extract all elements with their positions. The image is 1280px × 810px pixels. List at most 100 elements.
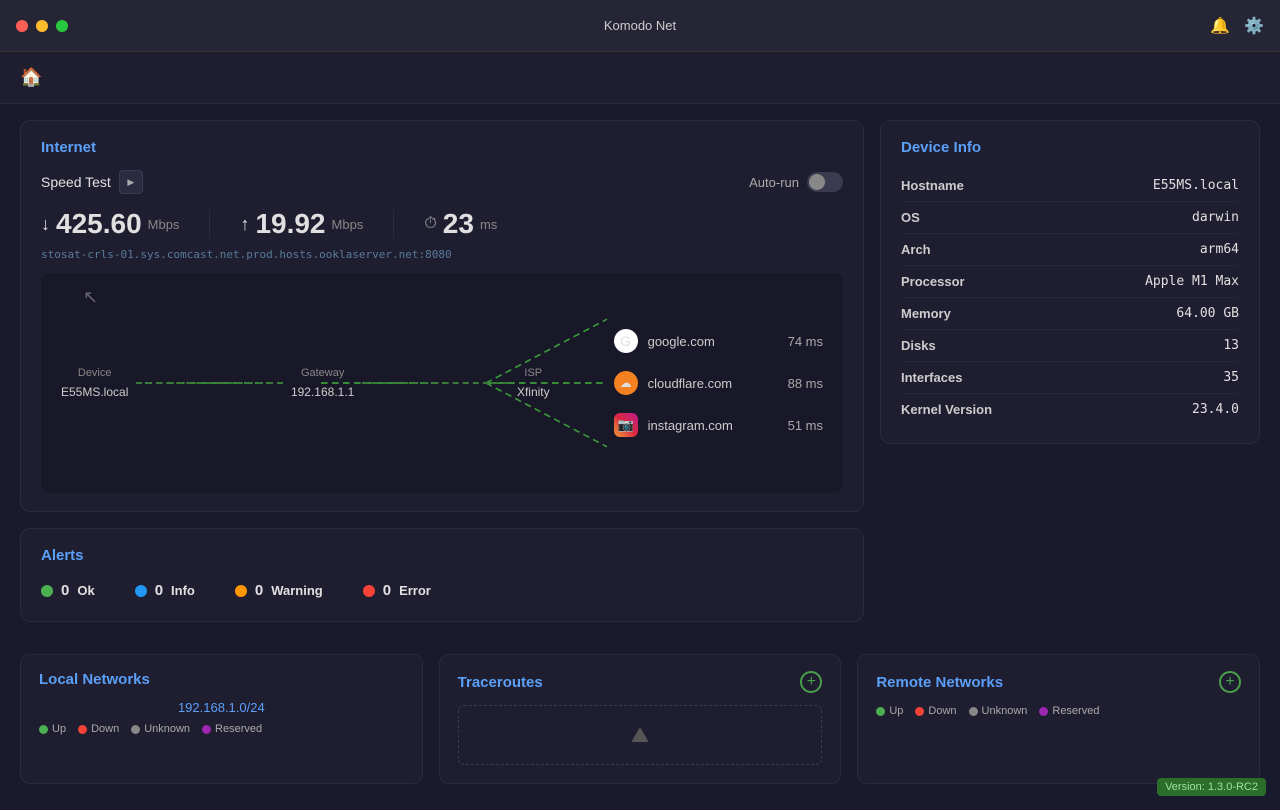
traceroutes-add-button[interactable]: +: [800, 671, 822, 693]
remote-networks-header: Remote Networks +: [876, 671, 1241, 693]
alerts-card: Alerts 0 Ok 0 Info 0 Warning: [20, 528, 864, 622]
device-label: Device: [78, 367, 112, 379]
traceroutes-card: Traceroutes + ⛰: [439, 654, 842, 784]
alert-warning: 0 Warning: [235, 582, 323, 599]
maximize-button[interactable]: [56, 20, 68, 32]
reserved-dot: [202, 725, 211, 734]
traffic-lights: [16, 20, 68, 32]
alert-error: 0 Error: [363, 582, 431, 599]
gear-icon[interactable]: ⚙️: [1244, 16, 1264, 36]
arch-key: Arch: [901, 242, 931, 257]
dest-instagram-ms: 51 ms: [788, 418, 823, 433]
down-dot: [78, 725, 87, 734]
error-count: 0: [383, 582, 391, 599]
legend-reserved: Reserved: [202, 723, 262, 735]
processor-val: Apple M1 Max: [1145, 274, 1239, 289]
warning-label: Warning: [271, 583, 323, 598]
info-dot: [135, 585, 147, 597]
metric-separator-1: [209, 209, 210, 239]
legend-down: Down: [78, 723, 119, 735]
warning-dot: [235, 585, 247, 597]
dest-google-ms: 74 ms: [788, 334, 823, 349]
unknown-dot: [131, 725, 140, 734]
device-info-table: Hostname E55MS.local OS darwin Arch arm6…: [901, 170, 1239, 425]
hostname-val: E55MS.local: [1153, 178, 1239, 193]
remote-up-dot: [876, 707, 885, 716]
remote-legend-reserved: Reserved: [1039, 705, 1099, 717]
unknown-label: Unknown: [144, 723, 190, 735]
minimize-button[interactable]: [36, 20, 48, 32]
memory-key: Memory: [901, 306, 951, 321]
line-device-gateway: [136, 382, 283, 384]
info-row-disks: Disks 13: [901, 330, 1239, 362]
upload-metric: ↑ 19.92 Mbps: [240, 208, 363, 240]
kernel-key: Kernel Version: [901, 402, 992, 417]
speed-test-header: Speed Test Auto-run: [41, 170, 843, 194]
cloudflare-icon: ☁: [614, 371, 638, 395]
hostname-key: Hostname: [901, 178, 964, 193]
disks-val: 13: [1223, 338, 1239, 353]
dest-google: G google.com 74 ms: [614, 329, 823, 353]
auto-run-label: Auto-run: [749, 175, 799, 190]
speed-test-label: Speed Test: [41, 170, 143, 194]
error-label: Error: [399, 583, 431, 598]
remote-legend-down: Down: [915, 705, 956, 717]
remote-networks-legend: Up Down Unknown Reserved: [876, 705, 1241, 717]
interfaces-key: Interfaces: [901, 370, 962, 385]
reserved-label: Reserved: [215, 723, 262, 735]
info-row-interfaces: Interfaces 35: [901, 362, 1239, 394]
ok-dot: [41, 585, 53, 597]
up-label: Up: [52, 723, 66, 735]
arch-val: arm64: [1200, 242, 1239, 257]
upload-value: 19.92: [255, 208, 325, 240]
alerts-items: 0 Ok 0 Info 0 Warning 0 Error: [41, 578, 843, 603]
home-icon[interactable]: 🏠: [20, 67, 42, 88]
ok-count: 0: [61, 582, 69, 599]
network-map: ↖ Device E55MS.local Gateway 192.168.1.1: [41, 273, 843, 493]
ping-unit: ms: [480, 217, 497, 232]
remote-networks-card: Remote Networks + Up Down Unknown Reserv…: [857, 654, 1260, 784]
version-badge: Version: 1.3.0-RC2: [1157, 778, 1266, 796]
download-unit: Mbps: [148, 217, 180, 232]
close-button[interactable]: [16, 20, 28, 32]
remote-networks-add-button[interactable]: +: [1219, 671, 1241, 693]
local-networks-card: Local Networks 192.168.1.0/24 Up Down Un…: [20, 654, 423, 784]
line-gateway-isp: [362, 382, 509, 384]
local-networks-header: Local Networks: [39, 671, 404, 688]
alert-ok: 0 Ok: [41, 582, 95, 599]
remote-down-label: Down: [928, 705, 956, 717]
ok-label: Ok: [77, 583, 94, 598]
traceroute-placeholder-icon: ⛰: [631, 722, 649, 748]
play-button[interactable]: [119, 170, 143, 194]
download-arrow-icon: ↓: [41, 214, 50, 235]
remote-reserved-label: Reserved: [1052, 705, 1099, 717]
alert-info: 0 Info: [135, 582, 195, 599]
traceroutes-header: Traceroutes +: [458, 671, 823, 693]
info-row-arch: Arch arm64: [901, 234, 1239, 266]
disks-key: Disks: [901, 338, 936, 353]
kernel-val: 23.4.0: [1192, 402, 1239, 417]
warning-count: 0: [255, 582, 263, 599]
gateway-label: Gateway: [301, 367, 344, 379]
interfaces-val: 35: [1223, 370, 1239, 385]
gateway-value: 192.168.1.1: [291, 385, 354, 399]
device-value: E55MS.local: [61, 385, 128, 399]
remote-networks-title: Remote Networks: [876, 674, 1003, 691]
ping-icon: ⏱: [424, 215, 436, 233]
destinations: G google.com 74 ms ☁ cloudflare.com 88 m…: [614, 329, 823, 437]
titlebar: Komodo Net 🔔 ⚙️: [0, 0, 1280, 52]
auto-run-area: Auto-run: [749, 172, 843, 192]
traceroutes-title: Traceroutes: [458, 674, 543, 691]
info-row-kernel: Kernel Version 23.4.0: [901, 394, 1239, 425]
info-row-memory: Memory 64.00 GB: [901, 298, 1239, 330]
ping-value: 23: [443, 208, 474, 240]
dest-google-name: google.com: [648, 334, 778, 349]
isp-node: ISP Xfinity: [517, 367, 550, 399]
internet-card: Internet Speed Test Auto-run ↓ 425.60 Mb…: [20, 120, 864, 512]
bell-icon[interactable]: 🔔: [1210, 16, 1230, 36]
auto-run-toggle[interactable]: [807, 172, 843, 192]
dest-cloudflare-name: cloudflare.com: [648, 376, 778, 391]
legend-unknown: Unknown: [131, 723, 190, 735]
bottom-row: Local Networks 192.168.1.0/24 Up Down Un…: [0, 654, 1280, 800]
remote-unknown-dot: [969, 707, 978, 716]
